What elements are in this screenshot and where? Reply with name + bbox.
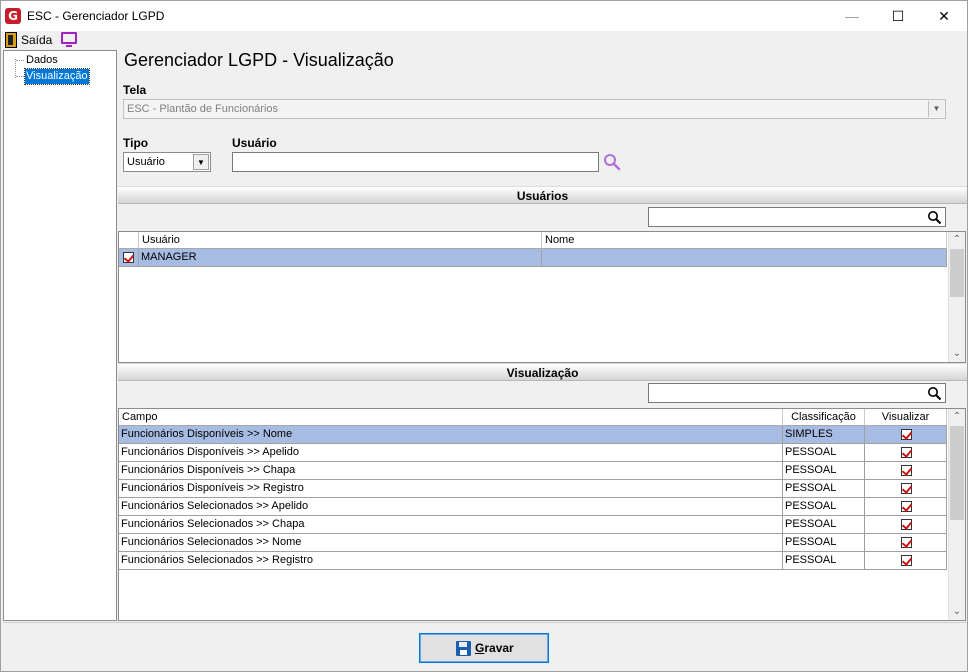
view-section-header: Visualização [118,363,967,381]
tipo-select[interactable]: Usuário ▼ [123,152,211,172]
tree-item-dados[interactable]: Dados [25,53,59,68]
visualizar-cell [865,480,947,498]
visualizar-cell [865,516,947,534]
usuario-cell: MANAGER [139,249,542,267]
users-section-header: Usuários [118,186,967,204]
table-row[interactable]: Funcionários Selecionados >> Apelido PESS… [119,498,947,516]
campo-cell: Funcionários Disponíveis >> Registro [119,480,783,498]
scroll-up-icon[interactable]: ⌃ [949,232,965,248]
visualizar-cell [865,462,947,480]
table-header-nome[interactable]: Nome [542,232,947,249]
scroll-down-icon[interactable]: ⌄ [949,346,965,362]
visualizar-checkbox[interactable] [901,447,912,458]
tela-label: Tela [123,83,147,97]
scrollbar-thumb[interactable] [950,426,964,520]
table-row[interactable]: Funcionários Selecionados >> Chapa PESSOA… [119,516,947,534]
monitor-icon[interactable] [61,32,77,47]
visualizar-checkbox[interactable] [901,501,912,512]
table-row[interactable]: Funcionários Disponíveis >> Chapa PESSOAL [119,462,947,480]
row-checkbox-cell [119,249,139,267]
minimize-button[interactable]: — [829,1,875,31]
table-row[interactable]: Funcionários Disponíveis >> Registro PESS… [119,480,947,498]
tree-connector [16,76,24,77]
chevron-down-icon[interactable]: ▼ [193,154,209,170]
visualizar-cell [865,498,947,516]
table-row[interactable]: MANAGER [119,249,947,267]
users-table: Usuário Nome MANAGER ⌃ ⌄ [118,231,966,363]
table-row[interactable]: Funcionários Disponíveis >> Apelido PESSO… [119,444,947,462]
divider [3,622,967,623]
visualizar-cell [865,444,947,462]
users-filter-input[interactable] [648,207,946,227]
tipo-select-value: Usuário [127,156,165,168]
table-header-usuario[interactable]: Usuário [139,232,542,249]
scrollbar-thumb[interactable] [950,249,964,297]
usuario-label: Usuário [232,136,277,150]
table-header-campo[interactable]: Campo [119,409,783,426]
usuario-input[interactable] [232,152,599,172]
classificacao-cell: PESSOAL [783,516,865,534]
visualizar-cell [865,534,947,552]
floppy-disk-icon [456,641,471,656]
row-checkbox[interactable] [123,252,134,263]
campo-cell: Funcionários Selecionados >> Chapa [119,516,783,534]
table-header-visualizar[interactable]: Visualizar [865,409,947,426]
nome-cell [542,249,947,267]
menu-exit[interactable]: Saída [21,33,52,47]
view-scrollbar[interactable]: ⌃ ⌄ [948,409,965,620]
classificacao-cell: SIMPLES [783,426,865,444]
users-scrollbar[interactable]: ⌃ ⌄ [948,232,965,362]
table-row[interactable]: Funcionários Selecionados >> Nome PESSOAL [119,534,947,552]
save-button-label: Gravar [475,641,514,655]
campo-cell: Funcionários Disponíveis >> Chapa [119,462,783,480]
tree-connector [16,60,24,61]
classificacao-cell: PESSOAL [783,480,865,498]
visualizar-checkbox[interactable] [901,465,912,476]
view-filter-input[interactable] [648,383,946,403]
app-logo-icon: G [5,8,21,24]
visualizar-checkbox[interactable] [901,519,912,530]
window-title: ESC - Gerenciador LGPD [27,9,165,23]
visualizar-cell [865,552,947,570]
campo-cell: Funcionários Disponíveis >> Nome [119,426,783,444]
tipo-label: Tipo [123,136,149,150]
classificacao-cell: PESSOAL [783,552,865,570]
table-header-classificacao[interactable]: Classificação [783,409,865,426]
navigation-tree: Dados Visualização [3,50,117,621]
close-button[interactable]: ✕ [921,1,967,31]
classificacao-cell: PESSOAL [783,498,865,516]
page-title: Gerenciador LGPD - Visualização [124,50,394,70]
tela-select[interactable]: ESC - Plantão de Funcionários ▼ [123,99,946,119]
table-header-select [119,232,139,249]
campo-cell: Funcionários Selecionados >> Nome [119,534,783,552]
classificacao-cell: PESSOAL [783,534,865,552]
table-row[interactable]: Funcionários Disponíveis >> Nome SIMPLES [119,426,947,444]
tree-item-visualizacao[interactable]: Visualização [24,68,90,85]
visualizar-cell [865,426,947,444]
view-table: Campo Classificação Visualizar Funcionár… [118,408,966,621]
visualizar-checkbox[interactable] [901,555,912,566]
table-row[interactable]: Funcionários Selecionados >> Registro PES… [119,552,947,570]
visualizar-checkbox[interactable] [901,429,912,440]
title-bar: G ESC - Gerenciador LGPD — ☐ ✕ [1,1,967,31]
maximize-button[interactable]: ☐ [875,1,921,31]
exit-door-icon[interactable] [5,32,17,48]
search-icon[interactable] [927,210,942,225]
chevron-down-icon[interactable]: ▼ [928,101,944,117]
search-icon[interactable] [927,386,942,401]
save-button[interactable]: Gravar [419,633,549,663]
campo-cell: Funcionários Disponíveis >> Apelido [119,444,783,462]
tela-select-value: ESC - Plantão de Funcionários [127,103,279,115]
scroll-up-icon[interactable]: ⌃ [949,409,965,425]
visualizar-checkbox[interactable] [901,537,912,548]
campo-cell: Funcionários Selecionados >> Registro [119,552,783,570]
app-window: G ESC - Gerenciador LGPD — ☐ ✕ Saída Dad… [0,0,968,672]
menu-bar: Saída [1,31,967,49]
campo-cell: Funcionários Selecionados >> Apelido [119,498,783,516]
scroll-down-icon[interactable]: ⌄ [949,604,965,620]
visualizar-checkbox[interactable] [901,483,912,494]
classificacao-cell: PESSOAL [783,462,865,480]
classificacao-cell: PESSOAL [783,444,865,462]
search-icon[interactable] [603,153,621,171]
